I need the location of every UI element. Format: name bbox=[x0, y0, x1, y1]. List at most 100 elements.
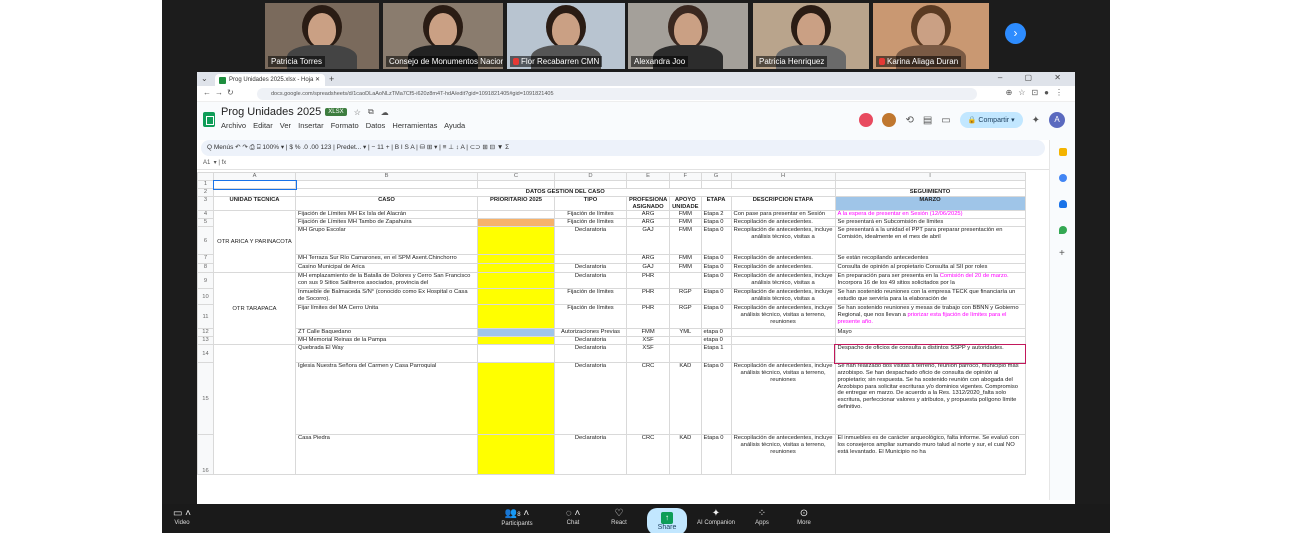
caso-cell[interactable]: Casa Piedra bbox=[295, 434, 478, 476]
menu-edit[interactable]: Editar bbox=[253, 121, 273, 130]
cell[interactable] bbox=[730, 180, 836, 189]
marzo-cell[interactable]: Se han sostenido reuniones y mesas de tr… bbox=[834, 304, 1026, 330]
prioritario-cell[interactable] bbox=[477, 272, 555, 290]
tipo-cell[interactable]: Declaratoria bbox=[554, 434, 627, 476]
participant-tile[interactable]: Flor Recabarren CMN bbox=[507, 3, 625, 69]
marzo-cell[interactable] bbox=[834, 336, 1026, 346]
formula-bar[interactable]: A1 ▾ | fx bbox=[197, 156, 1075, 170]
apoyo-cell[interactable]: RGP bbox=[669, 288, 702, 306]
header-prioritario[interactable]: PRIORITARIO 2025 bbox=[477, 195, 555, 212]
tab-search-icon[interactable]: ⌄ bbox=[201, 74, 208, 83]
share-screen-button[interactable]: ↑ Share bbox=[647, 508, 687, 533]
etapa-cell[interactable]: Etapa 0 bbox=[700, 288, 732, 306]
account-avatar[interactable]: A bbox=[1049, 112, 1065, 128]
etapa-cell[interactable]: Etapa 0 bbox=[700, 263, 732, 274]
cell[interactable] bbox=[477, 180, 555, 189]
etapa-cell[interactable]: etapa 0 bbox=[700, 336, 732, 346]
caso-cell[interactable]: MH Grupo Escolar bbox=[295, 226, 478, 256]
gemini-icon[interactable]: ✦ bbox=[1032, 115, 1040, 126]
row-number[interactable]: 16 bbox=[197, 434, 214, 476]
descripcion-cell[interactable]: Recopilación de antecedentes, incluye an… bbox=[730, 226, 836, 256]
descripcion-cell[interactable]: Recopilación de antecedentes. bbox=[730, 254, 836, 265]
column-header[interactable]: A bbox=[213, 172, 296, 181]
unit-cell[interactable]: OTR TARAPACA bbox=[213, 272, 296, 346]
participant-tile[interactable]: Consejo de Monumentos Nacionales bbox=[383, 3, 503, 69]
apoyo-cell[interactable]: FMM bbox=[669, 263, 702, 274]
url-input[interactable]: docs.google.com/spreadsheets/d/1caoDLaAo… bbox=[257, 88, 977, 100]
row-number[interactable]: 10 bbox=[197, 288, 214, 306]
descripcion-cell[interactable]: Con pase para presentar en Sesión bbox=[730, 210, 836, 220]
tipo-cell[interactable]: Fijación de límites bbox=[554, 304, 627, 330]
apoyo-cell[interactable]: KAD bbox=[669, 434, 702, 476]
menu-tools[interactable]: Herramientas bbox=[392, 121, 437, 130]
more-button[interactable]: ⊙ More bbox=[784, 508, 824, 526]
apoyo-cell[interactable] bbox=[669, 272, 702, 290]
cell[interactable] bbox=[834, 180, 1026, 189]
header-marzo[interactable]: MARZO bbox=[834, 195, 1026, 212]
column-header[interactable]: D bbox=[554, 172, 627, 181]
etapa-cell[interactable]: Etapa 0 bbox=[700, 304, 732, 330]
menu-view[interactable]: Ver bbox=[280, 121, 291, 130]
profesional-cell[interactable]: GAJ bbox=[625, 226, 671, 256]
marzo-cell[interactable]: Se presentará a la unidad el PPT para pr… bbox=[834, 226, 1026, 256]
back-icon[interactable]: ← bbox=[203, 88, 211, 97]
window-controls[interactable]: – ▢ ✕ bbox=[998, 73, 1071, 82]
header-etapa[interactable]: ETAPA bbox=[700, 195, 732, 212]
cell[interactable] bbox=[700, 180, 732, 189]
cell[interactable] bbox=[554, 180, 627, 189]
apoyo-cell[interactable]: YML bbox=[669, 328, 702, 338]
tipo-cell[interactable]: Fijación de límites bbox=[554, 210, 627, 220]
column-header[interactable]: I bbox=[834, 172, 1026, 181]
etapa-cell[interactable]: Etapa 1 bbox=[700, 344, 732, 364]
prioritario-cell[interactable] bbox=[477, 254, 555, 265]
tipo-cell[interactable]: Fijación de límites bbox=[554, 218, 627, 228]
descripcion-cell[interactable]: Recopilación de antecedentes, incluye an… bbox=[730, 362, 836, 436]
profesional-cell[interactable]: XSF bbox=[625, 336, 671, 346]
marzo-cell[interactable]: Consulta de opinión al propietario Consu… bbox=[834, 263, 1026, 274]
column-header[interactable]: H bbox=[730, 172, 836, 181]
ai-companion-button[interactable]: ✦ AI Companion bbox=[688, 508, 744, 526]
prioritario-cell[interactable] bbox=[477, 263, 555, 274]
etapa-cell[interactable]: Etapa 0 bbox=[700, 254, 732, 265]
etapa-cell[interactable]: Etapa 0 bbox=[700, 362, 732, 436]
marzo-cell[interactable]: En preparación para ser presenta en la C… bbox=[834, 272, 1026, 290]
tipo-cell[interactable]: Declaratoria bbox=[554, 336, 627, 346]
column-header[interactable]: E bbox=[625, 172, 671, 181]
prioritario-cell[interactable] bbox=[477, 218, 555, 228]
header-tipo[interactable]: TIPO bbox=[554, 195, 627, 212]
marzo-cell[interactable]: Despacho de oficios de consulta a distin… bbox=[834, 343, 1027, 364]
row-number[interactable]: 2 bbox=[197, 188, 214, 197]
caso-cell[interactable]: ZT Calle Baquedano bbox=[295, 328, 478, 338]
caso-cell[interactable]: MH emplazamiento de la Batalla de Dolore… bbox=[295, 272, 478, 290]
collaborator-avatar[interactable] bbox=[859, 113, 874, 127]
row-number[interactable]: 11 bbox=[197, 304, 214, 330]
marzo-cell[interactable]: A la espera de presentar en Sesión (12/0… bbox=[834, 210, 1026, 220]
row-number[interactable]: 5 bbox=[197, 218, 214, 228]
header-descripcion[interactable]: DESCRIPCIÓN ETAPA bbox=[730, 195, 836, 212]
share-button[interactable]: 🔒 Compartir ▾ bbox=[959, 112, 1023, 128]
etapa-cell[interactable]: Etapa 0 bbox=[700, 434, 732, 476]
tipo-cell[interactable]: Declaratoria bbox=[554, 272, 627, 290]
column-header[interactable]: F bbox=[669, 172, 702, 181]
row-number[interactable]: 12 bbox=[197, 328, 214, 338]
caso-cell[interactable]: MH Terraza Sur Río Camarones, en el SPM … bbox=[295, 254, 478, 265]
browser-tab[interactable]: Prog Unidades 2025.xlsx - Hoja ✕ bbox=[215, 74, 325, 86]
cell[interactable] bbox=[295, 180, 478, 189]
profesional-cell[interactable]: CRC bbox=[625, 362, 671, 436]
apoyo-cell[interactable]: FMM bbox=[669, 210, 702, 220]
row-number[interactable]: 8 bbox=[197, 263, 214, 274]
collaborator-avatar[interactable] bbox=[882, 113, 897, 127]
header-profesional[interactable]: PROFESIONA ASIGNADO bbox=[625, 195, 671, 212]
marzo-cell[interactable]: El inmuebles es de carácter arqueológico… bbox=[834, 434, 1026, 476]
sheet-table[interactable]: A B C D E F G H I 1 2 DATOS GESTIÓN DEL … bbox=[197, 172, 1027, 476]
tasks-icon[interactable] bbox=[1059, 174, 1067, 182]
participant-tile[interactable]: Patricia Torres bbox=[265, 3, 379, 69]
marzo-cell[interactable]: Se presentará en Subcomisión de límites bbox=[834, 218, 1026, 228]
column-header[interactable]: G bbox=[700, 172, 732, 181]
selected-cell[interactable] bbox=[212, 179, 297, 190]
apoyo-cell[interactable] bbox=[669, 336, 702, 346]
cell[interactable] bbox=[213, 188, 296, 197]
section-header-datos[interactable]: DATOS GESTIÓN DEL CASO bbox=[295, 188, 836, 197]
spreadsheet-grid[interactable]: A B C D E F G H I 1 2 DATOS GESTIÓN DEL … bbox=[197, 172, 1049, 504]
prioritario-cell[interactable] bbox=[477, 210, 555, 220]
